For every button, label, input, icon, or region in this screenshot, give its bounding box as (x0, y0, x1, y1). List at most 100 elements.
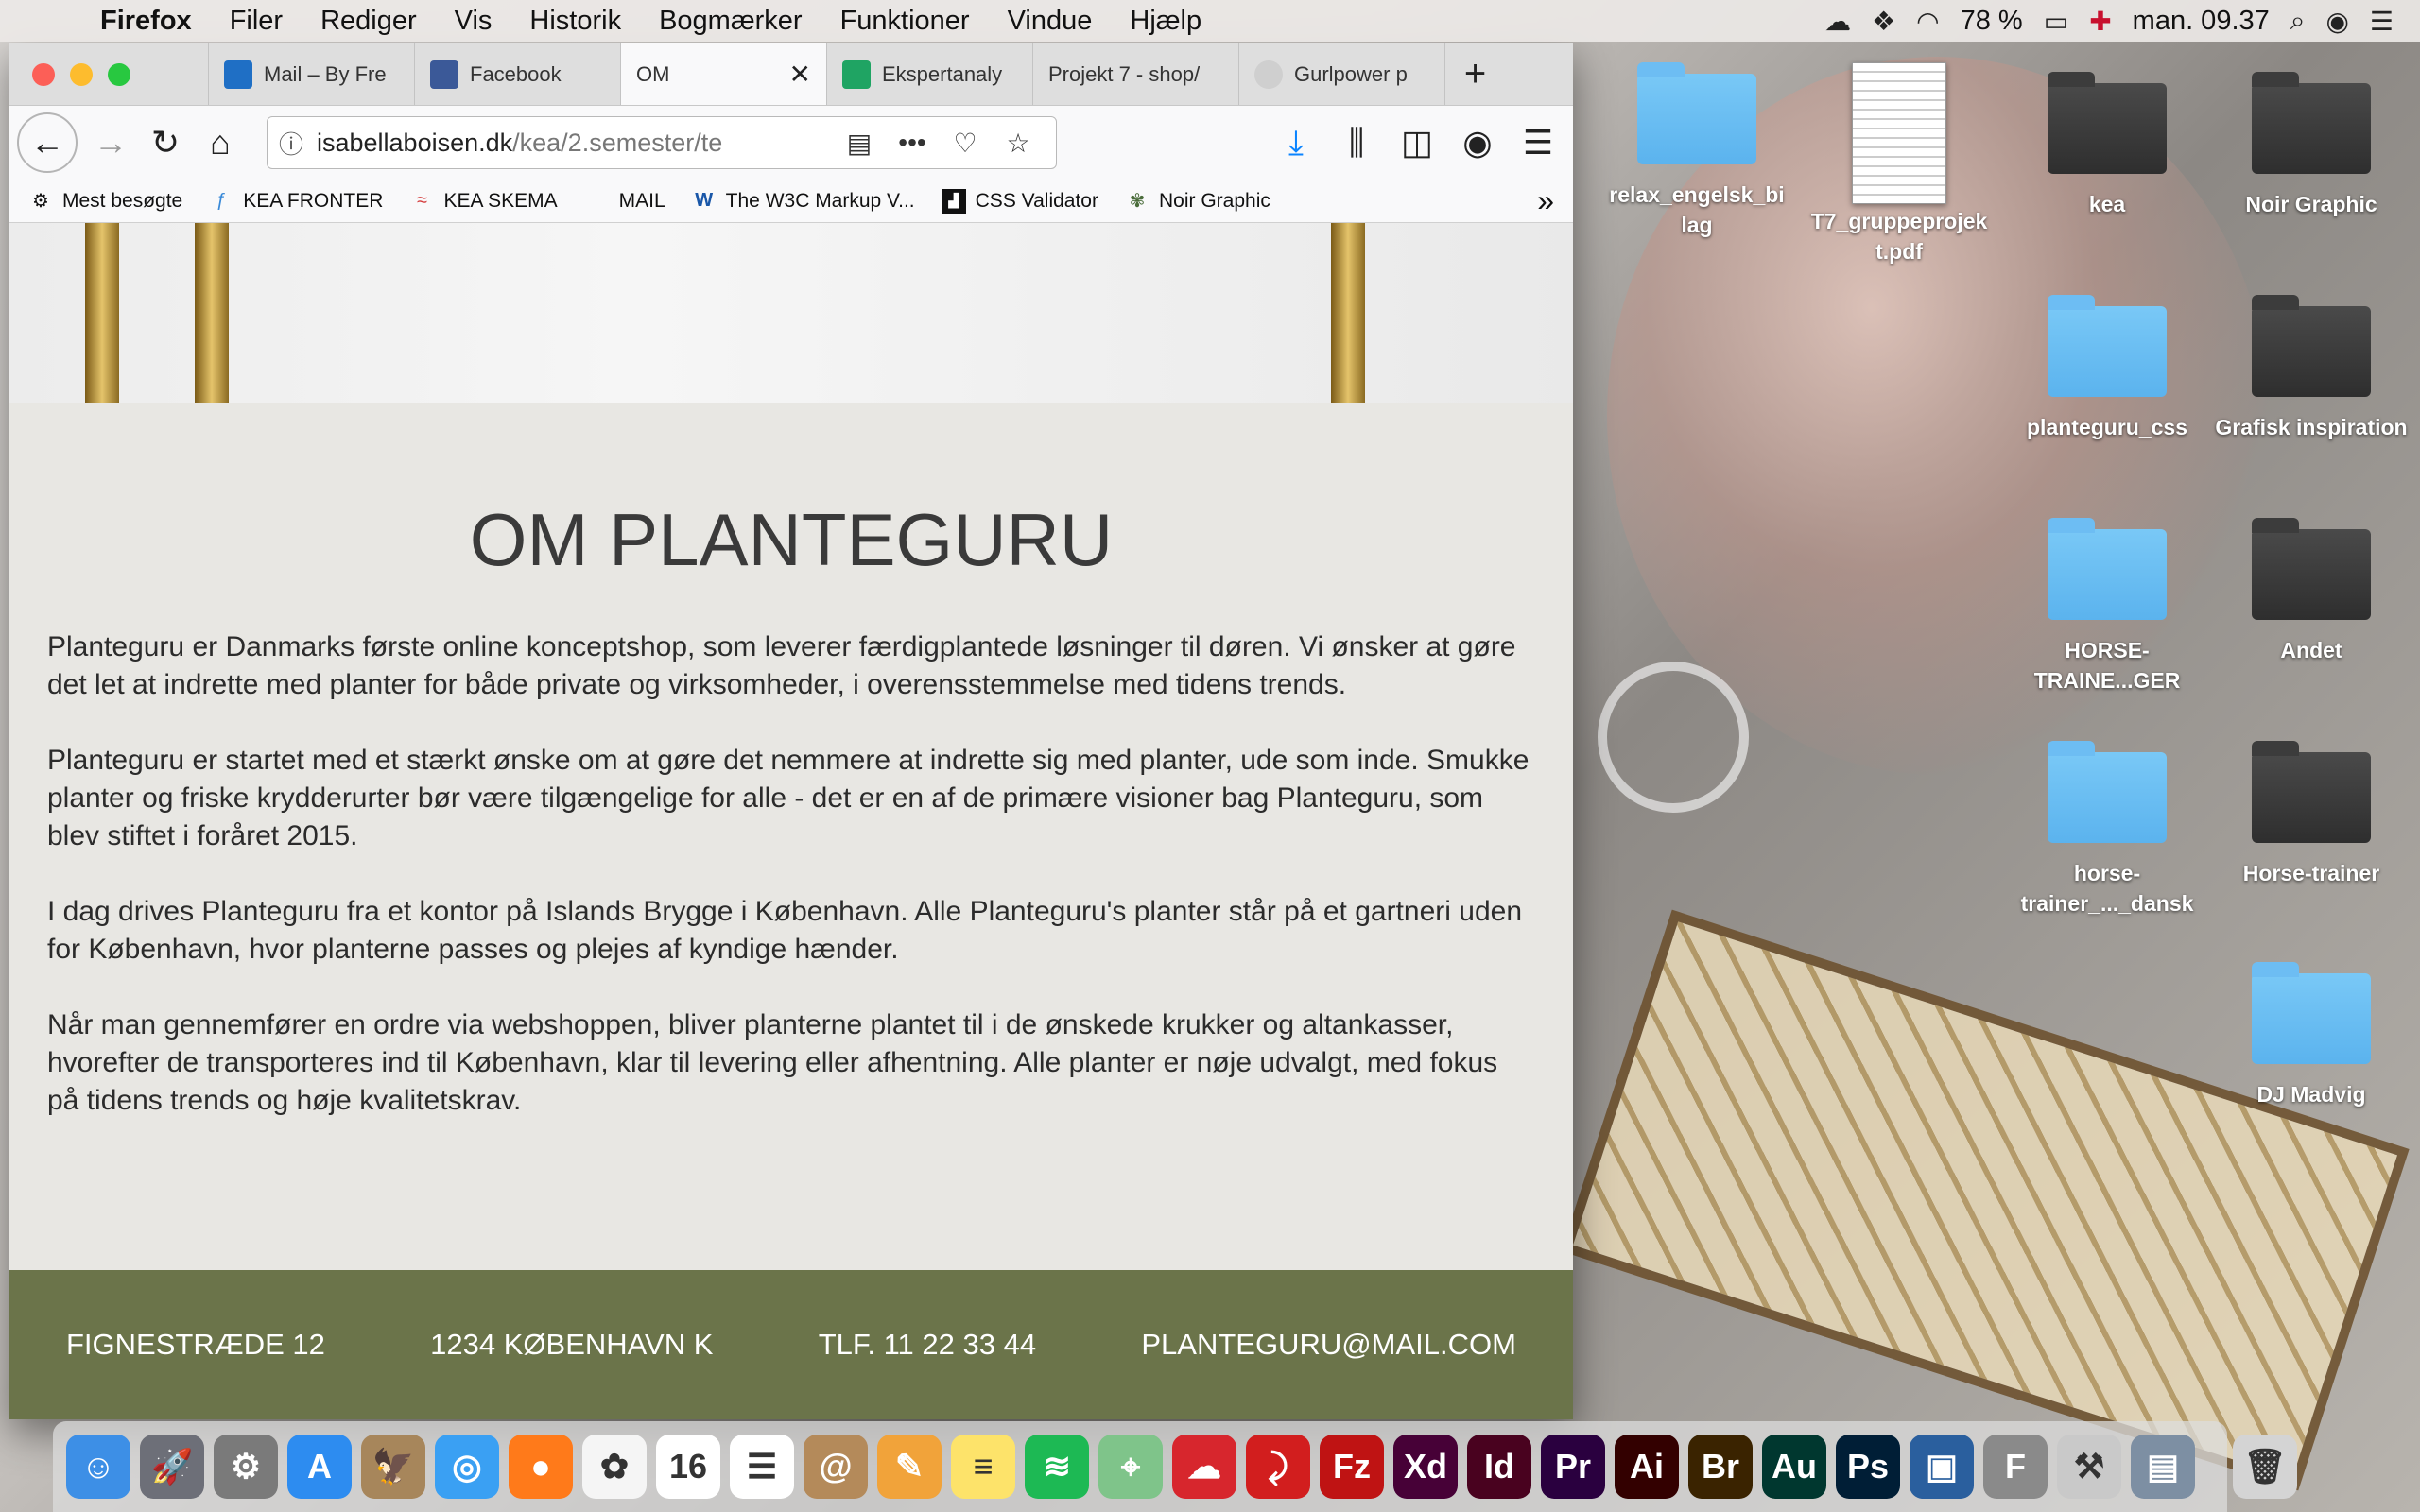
desktop-item-horse-trainer-ger[interactable]: HORSE-TRAINE...GER (2008, 518, 2206, 696)
account-icon[interactable]: ◉ (1450, 115, 1505, 170)
footer-phone[interactable]: TLF. 11 22 33 44 (819, 1328, 1036, 1362)
dock-calendar-icon[interactable]: 16 (656, 1435, 720, 1499)
creative-cloud-icon[interactable]: ☁ (1824, 6, 1851, 37)
dock-reminders-icon[interactable]: ☰ (730, 1435, 794, 1499)
menu-funktioner[interactable]: Funktioner (821, 6, 989, 37)
menu-historik[interactable]: Historik (510, 6, 640, 37)
bookmark-noir-graphic[interactable]: ✾ Noir Graphic (1125, 189, 1270, 214)
info-icon[interactable]: ⓘ (279, 126, 317, 161)
tab-gurlpower[interactable]: Gurlpower p (1238, 43, 1444, 105)
dock-photoshop-icon[interactable]: Ps (1836, 1435, 1900, 1499)
desktop-item-grafisk-inspiration[interactable]: Grafisk inspiration (2212, 295, 2411, 442)
tab-ekspertanalyse[interactable]: Ekspertanaly (826, 43, 1032, 105)
dock-preview-icon[interactable]: 🦅 (361, 1435, 425, 1499)
dock-contacts-icon[interactable]: @ (804, 1435, 868, 1499)
chevron-more-icon[interactable]: » (1537, 183, 1554, 218)
dock-bridge-icon[interactable]: Br (1688, 1435, 1753, 1499)
menu-vis[interactable]: Vis (436, 6, 511, 37)
dock-launchpad-icon[interactable]: 🚀 (140, 1435, 204, 1499)
dock-finder-icon[interactable]: ☺ (66, 1435, 130, 1499)
menu-hjaelp[interactable]: Hjælp (1111, 6, 1220, 37)
page-actions-icon[interactable]: ••• (886, 128, 939, 158)
desktop-item-horse-trainer[interactable]: Horse-trainer (2212, 741, 2411, 888)
menu-filer[interactable]: Filer (211, 6, 302, 37)
desktop-item-pdf[interactable]: T7_gruppeprojek t.pdf (1800, 62, 1998, 266)
dock-firefox-icon[interactable]: ● (509, 1435, 573, 1499)
flag-icon[interactable]: ✚ (2089, 6, 2111, 37)
menu-vindue[interactable]: Vindue (989, 6, 1112, 37)
desktop-item-dj-madvig[interactable]: DJ Madvig (2212, 962, 2411, 1109)
wifi-icon[interactable]: ◠ (1916, 6, 1939, 37)
bookmark-css-validator[interactable]: ▟ CSS Validator (941, 188, 1098, 214)
battery-icon[interactable]: ▭ (2044, 6, 2068, 37)
dock-maps-icon[interactable]: ⌖ (1098, 1435, 1163, 1499)
bookmark-w3c-markup[interactable]: W The W3C Markup V... (692, 189, 914, 214)
dock-spotify-icon[interactable]: ≋ (1025, 1435, 1089, 1499)
zoom-window-button[interactable] (108, 62, 130, 86)
bookmark-star-icon[interactable]: ☆ (992, 128, 1045, 159)
battery-percent[interactable]: 78 % (1961, 6, 2023, 37)
desktop-item-relax[interactable]: relax_engelsk_bi lag (1598, 62, 1796, 240)
notification-center-icon[interactable]: ☰ (2370, 6, 2394, 37)
new-tab-button[interactable]: + (1444, 43, 1505, 105)
dock-safari-icon[interactable]: ◎ (435, 1435, 499, 1499)
dock-font-book-icon[interactable]: F (1983, 1435, 2048, 1499)
tab-label: Facebook (470, 61, 562, 86)
footer-email[interactable]: PLANTEGURU@MAIL.COM (1141, 1328, 1516, 1362)
tab-projekt-7[interactable]: Projekt 7 - shop/ (1032, 43, 1238, 105)
dock-xd-icon[interactable]: Xd (1393, 1435, 1458, 1499)
tab-om[interactable]: OM ✕ (620, 43, 826, 105)
desktop-item-planteguru-css[interactable]: planteguru_css (2008, 295, 2206, 442)
desktop-item-noir-graphic[interactable]: Noir Graphic (2212, 72, 2411, 219)
bookmark-kea-skema[interactable]: ≈ KEA SKEMA (409, 189, 558, 214)
dock-filezilla-icon[interactable]: Fz (1320, 1435, 1384, 1499)
menu-rediger[interactable]: Rediger (302, 6, 436, 37)
siri-icon[interactable]: ◉ (2325, 6, 2348, 37)
dock-window-app-icon[interactable]: ▣ (1910, 1435, 1974, 1499)
downloads-icon[interactable]: ⤓ (1269, 115, 1323, 170)
dock-pages-icon[interactable]: ✎ (877, 1435, 942, 1499)
folder-icon (2048, 72, 2167, 174)
dock-illustrator-icon[interactable]: Ai (1615, 1435, 1679, 1499)
forward-button[interactable]: → (83, 115, 138, 170)
reader-view-icon[interactable]: ▤ (833, 128, 886, 159)
pocket-icon[interactable]: ♡ (939, 128, 992, 159)
back-button[interactable]: ← (17, 112, 78, 173)
home-button[interactable]: ⌂ (193, 115, 248, 170)
reload-button[interactable]: ↻ (138, 115, 193, 170)
bookmark-mail[interactable]: MAIL (584, 188, 666, 214)
dock-acrobat-icon[interactable]: ⤸ (1246, 1435, 1310, 1499)
menu-bogmaerker[interactable]: Bogmærker (640, 6, 821, 37)
desktop-item-horse-trainer-dansk[interactable]: horse-trainer_..._dansk (2008, 741, 2206, 919)
dock-photos-icon[interactable]: ✿ (582, 1435, 647, 1499)
menu-app-name[interactable]: Firefox (87, 6, 211, 37)
close-window-button[interactable] (32, 62, 55, 86)
dock-audition-icon[interactable]: Au (1762, 1435, 1826, 1499)
bookmark-mest-besoegte[interactable]: ⚙ Mest besøgte (28, 189, 182, 214)
dock-xcode-tools-icon[interactable]: ⚒ (2057, 1435, 2121, 1499)
dock-indesign-icon[interactable]: Id (1467, 1435, 1531, 1499)
minimize-window-button[interactable] (70, 62, 93, 86)
hamburger-menu-icon[interactable]: ☰ (1511, 115, 1565, 170)
tab-mail[interactable]: Mail – By Fre (208, 43, 414, 105)
dropbox-icon[interactable]: ❖ (1872, 6, 1895, 37)
kea-skema-icon: ≈ (416, 190, 427, 211)
dock-trash-icon[interactable]: 🗑 (2233, 1435, 2297, 1499)
dock-system-preferences-icon[interactable]: ⚙ (214, 1435, 278, 1499)
url-text[interactable]: isabellaboisen.dk/kea/2.semester/te (317, 129, 833, 158)
dock-creative-cloud-icon[interactable]: ☁ (1172, 1435, 1236, 1499)
bookmark-kea-fronter[interactable]: ƒ KEA FRONTER (209, 189, 384, 214)
library-icon[interactable]: ⫼ (1329, 115, 1384, 170)
clock[interactable]: man. 09.37 (2133, 6, 2270, 37)
sidebar-icon[interactable]: ◫ (1390, 115, 1444, 170)
desktop-item-andet[interactable]: Andet (2212, 518, 2411, 665)
dock-notes-icon[interactable]: ≡ (951, 1435, 1015, 1499)
dock-image-capture-icon[interactable]: ▤ (2131, 1435, 2195, 1499)
dock-premiere-icon[interactable]: Pr (1541, 1435, 1605, 1499)
desktop-item-kea[interactable]: kea (2008, 72, 2206, 219)
spotlight-icon[interactable]: ⌕ (2290, 6, 2306, 37)
dock-app-store-icon[interactable]: A (287, 1435, 352, 1499)
url-bar[interactable]: ⓘ isabellaboisen.dk/kea/2.semester/te ▤ … (267, 116, 1057, 169)
close-tab-icon[interactable]: ✕ (789, 59, 811, 90)
tab-facebook[interactable]: Facebook (414, 43, 620, 105)
